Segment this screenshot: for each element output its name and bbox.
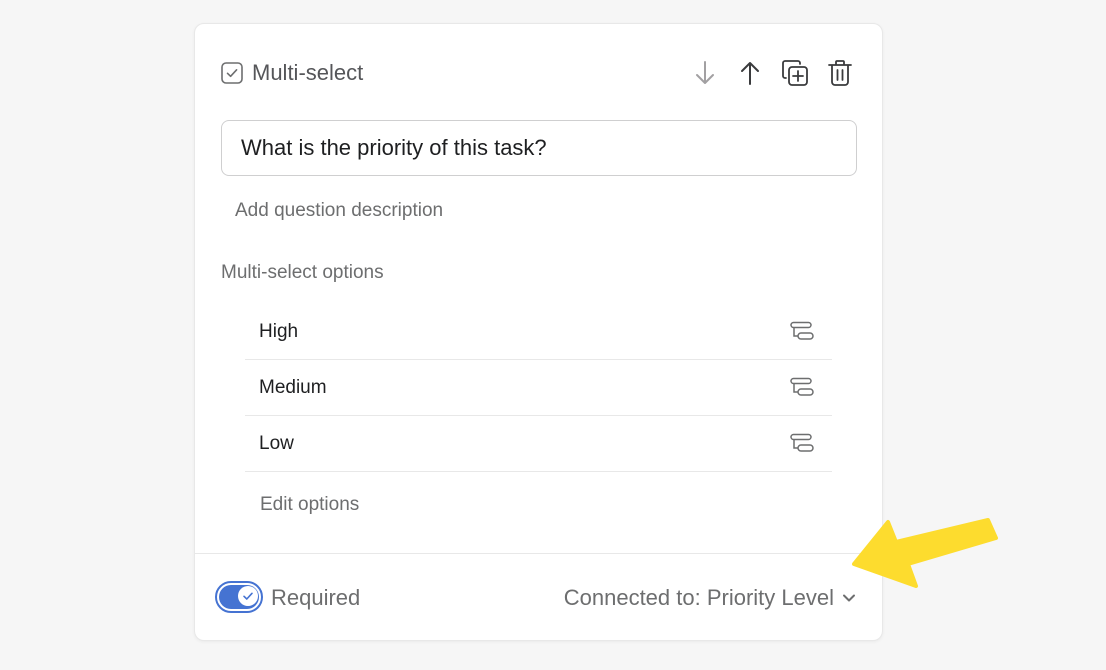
branch-icon[interactable] — [790, 321, 814, 343]
duplicate-icon — [782, 60, 808, 86]
add-description-link[interactable]: Add question description — [235, 200, 443, 222]
option-row[interactable]: High — [245, 304, 832, 360]
connected-field-label: Connected to: Priority Level — [563, 585, 834, 610]
delete-button[interactable] — [824, 58, 856, 88]
option-label: Medium — [259, 376, 327, 398]
arrow-down-icon — [696, 61, 714, 84]
yellow-arrow-icon — [852, 518, 998, 588]
connected-field-dropdown[interactable]: Connected to: Priority Level — [564, 585, 856, 611]
option-label: High — [259, 320, 299, 342]
chevron-down-icon — [842, 593, 856, 603]
branch-icon[interactable] — [790, 377, 814, 399]
options-list: High Medium Low — [245, 304, 832, 472]
question-footer: Required Connected to: Priority Level — [195, 553, 882, 640]
edit-options-link[interactable]: Edit options — [260, 494, 359, 516]
move-down-button[interactable] — [689, 58, 721, 88]
required-toggle[interactable] — [215, 581, 263, 613]
option-row[interactable]: Medium — [245, 360, 832, 416]
trash-icon — [828, 60, 852, 86]
required-label: Required — [271, 585, 361, 610]
duplicate-button[interactable] — [779, 58, 811, 88]
options-section-label: Multi-select options — [221, 262, 384, 283]
option-label: Low — [259, 432, 294, 454]
checkbox-icon — [221, 62, 243, 84]
check-icon — [243, 592, 253, 600]
question-card: Multi-select What is the priority of thi… — [194, 23, 883, 641]
question-type-label: Multi-select — [252, 60, 364, 85]
toggle-knob — [238, 586, 258, 606]
question-actions — [676, 58, 856, 88]
option-row[interactable]: Low — [245, 416, 832, 472]
branch-icon[interactable] — [790, 433, 814, 455]
question-title-text: What is the priority of this task? — [241, 135, 547, 160]
question-type-header: Multi-select — [221, 60, 363, 86]
question-title-input[interactable]: What is the priority of this task? — [221, 120, 857, 176]
move-up-button[interactable] — [734, 58, 766, 88]
arrow-up-icon — [741, 62, 759, 85]
toggle-track — [219, 585, 259, 609]
